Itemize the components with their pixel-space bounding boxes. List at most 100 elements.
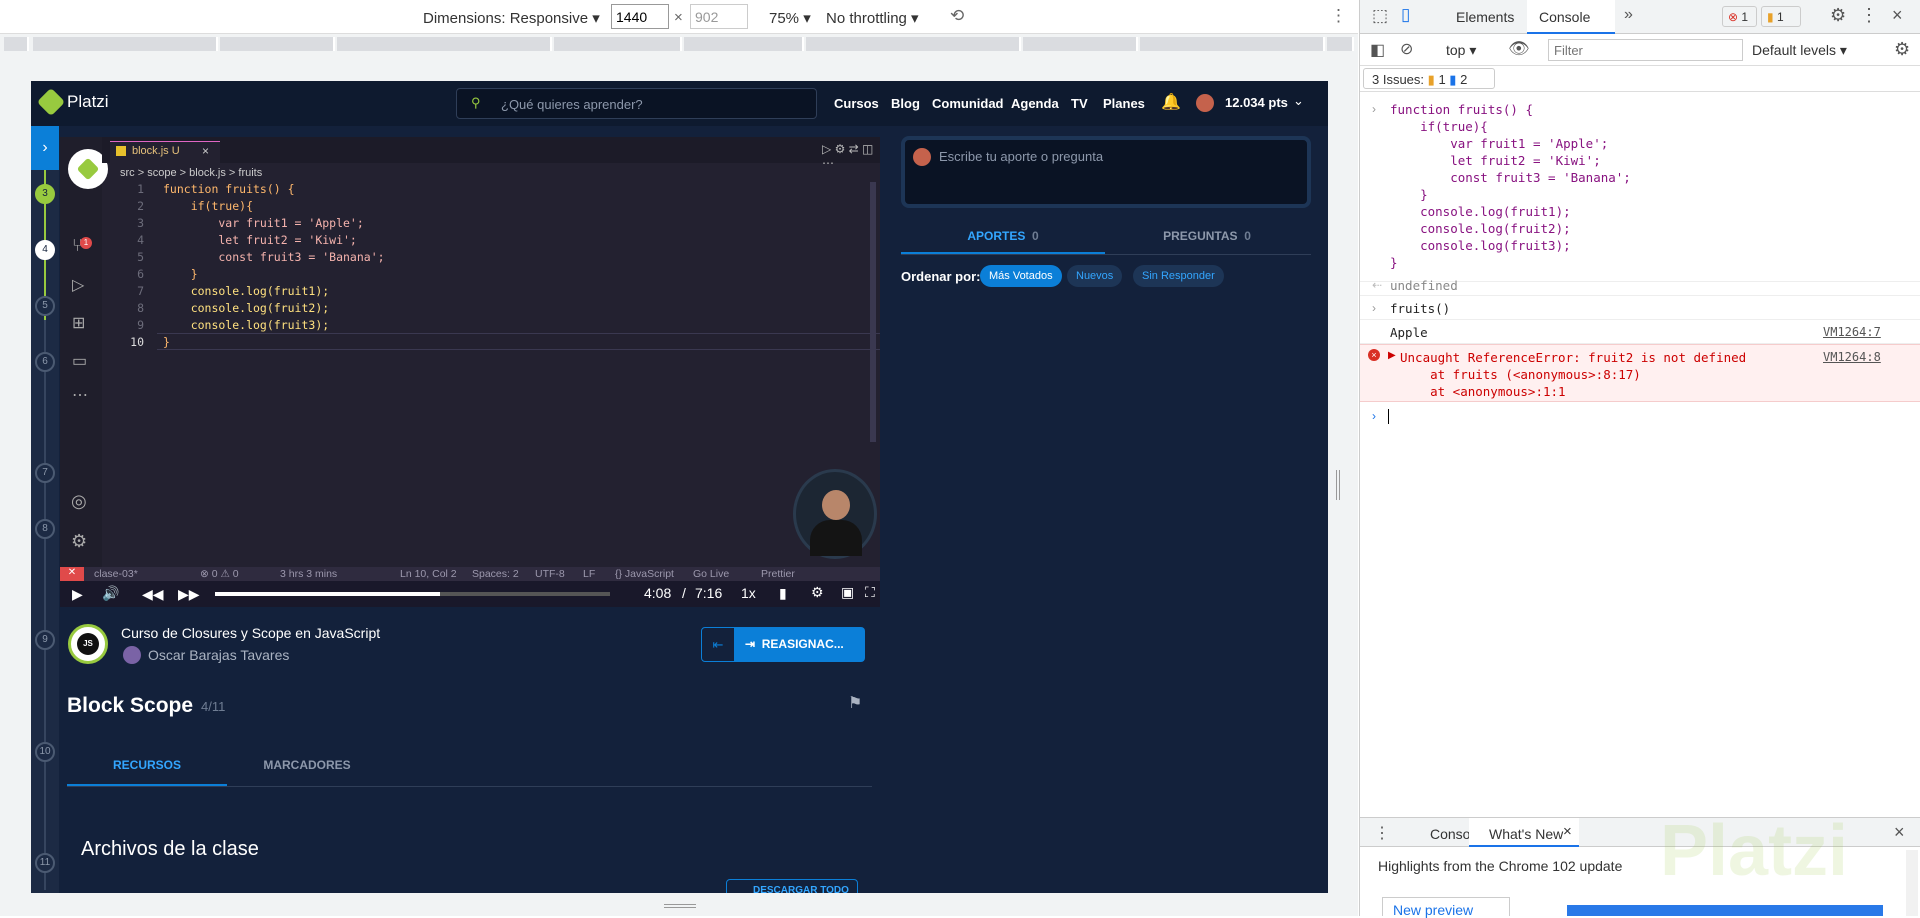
more-icon[interactable]: ⋮ (1860, 5, 1878, 26)
warning-counter[interactable]: ▮ 1 (1761, 6, 1801, 27)
progress-bar[interactable] (215, 592, 610, 596)
fullscreen-icon[interactable]: ⛶ (865, 584, 875, 601)
chevron-down-icon[interactable]: ⌄ (1293, 93, 1304, 109)
bookmark-icon[interactable]: ▮ (779, 585, 787, 602)
status-prettier: Prettier (761, 568, 795, 580)
chip-mas-votados[interactable]: Más Votados (980, 265, 1062, 287)
step-11[interactable]: 11 (35, 853, 55, 873)
issues-button[interactable]: 3 Issues: ▮ 1 ▮ 2 (1363, 68, 1495, 89)
tab-preguntas[interactable]: PREGUNTAS 0 (1105, 224, 1309, 254)
step-8[interactable]: 8 (35, 519, 55, 539)
drawer-scrollbar[interactable] (1906, 850, 1918, 916)
close-icon[interactable]: × (1892, 5, 1903, 26)
eye-icon[interactable]: 👁 (1508, 39, 1530, 59)
media-query-ruler (0, 34, 1358, 55)
filter-input[interactable] (1548, 39, 1743, 61)
settings-gear-icon[interactable]: ⚙ (1830, 5, 1846, 26)
flag-icon[interactable]: ⚑ (848, 693, 862, 713)
step-5[interactable]: 5 (35, 296, 55, 316)
code-line: console.log(fruit3); (163, 318, 329, 332)
nav-planes[interactable]: Planes (1103, 96, 1145, 111)
context-select[interactable]: top ▾ (1446, 42, 1476, 59)
tab-aportes[interactable]: APORTES 0 (901, 224, 1105, 254)
tab-console[interactable]: Console (1527, 0, 1615, 34)
course-title[interactable]: Curso de Closures y Scope en JavaScript (121, 625, 380, 641)
tab-marcadores[interactable]: MARCADORES (227, 753, 387, 786)
console-code-line: console.log(fruit1); (1390, 204, 1571, 219)
vscode-status-bar: ✕ clase-03* ⊗ 0 ⚠ 0 3 hrs 3 mins Ln 10, … (60, 567, 880, 581)
more-icon[interactable]: ⋮ (1374, 823, 1390, 843)
bell-icon[interactable]: 🔔 (1161, 92, 1181, 112)
source-link[interactable]: VM1264:8 (1823, 350, 1881, 364)
step-4[interactable]: 4 (35, 240, 55, 260)
chip-sin-responder[interactable]: Sin Responder (1133, 265, 1224, 287)
run-debug-icon: ▷ (72, 277, 85, 294)
expand-arrow-icon[interactable]: ▶ (1388, 350, 1396, 361)
step-6[interactable]: 6 (35, 352, 55, 372)
sidebar-toggle-icon[interactable]: ◧ (1370, 40, 1385, 60)
forward-icon[interactable]: ▶▶ (178, 586, 200, 603)
editor-scrollbar[interactable] (870, 182, 876, 442)
resize-handle-right[interactable] (1336, 470, 1340, 500)
platzi-logo-text[interactable]: Platzi (67, 92, 109, 112)
prev-class-button[interactable]: ⇤ (701, 627, 735, 662)
volume-icon[interactable]: 🔊 (102, 585, 119, 602)
step-10[interactable]: 10 (35, 742, 55, 762)
avatar[interactable] (1196, 94, 1214, 112)
more-icon[interactable]: ⋮ (1330, 6, 1347, 26)
new-preview-card[interactable]: New preview (1382, 897, 1510, 918)
step-7[interactable]: 7 (35, 463, 55, 483)
speed-button[interactable]: 1x (741, 585, 756, 601)
comment-box[interactable]: Escribe tu aporte o pregunta (901, 136, 1311, 208)
settings-gear-icon[interactable]: ⚙ (811, 584, 824, 601)
step-9[interactable]: 9 (35, 630, 55, 650)
width-input[interactable] (611, 4, 669, 29)
avatar (913, 148, 931, 166)
platzi-logo-icon[interactable] (36, 87, 66, 117)
height-input[interactable] (690, 4, 748, 29)
rotate-icon[interactable]: ⟲ (950, 6, 964, 26)
source-link[interactable]: VM1264:7 (1823, 325, 1881, 339)
close-drawer-icon[interactable]: × (1894, 822, 1905, 843)
nav-cursos[interactable]: Cursos (834, 96, 879, 111)
points[interactable]: 12.034 pts (1225, 95, 1288, 110)
video-player[interactable]: ⑂ 1 ▷ ⊞ ▭ ⋯ ◎ ⚙ block.js U × ▷ ⚙ ⇄ ◫ ⋯ s… (60, 137, 880, 607)
return-icon: ⇠ (1372, 278, 1383, 292)
nav-tv[interactable]: TV (1071, 96, 1088, 111)
teacher-name[interactable]: Oscar Barajas Tavares (148, 647, 289, 663)
reassign-button[interactable]: ⇥ REASIGNAC... (735, 627, 865, 662)
tab-elements[interactable]: Elements (1456, 9, 1514, 25)
nav-blog[interactable]: Blog (891, 96, 920, 111)
pip-icon[interactable]: ▣ (841, 584, 854, 601)
class-rail: › 3 4 5 6 7 8 9 10 11 (31, 126, 59, 893)
download-all-button[interactable]: DESCARGAR TODO (726, 879, 858, 893)
drawer-tab-whats-new[interactable]: What's New × (1469, 818, 1579, 847)
order-label: Ordenar por: (901, 269, 981, 284)
zoom-select[interactable]: 75% ▾ (769, 9, 811, 27)
nav-comunidad[interactable]: Comunidad (932, 96, 1004, 111)
play-icon[interactable]: ▶ (72, 586, 83, 603)
console-code-line: console.log(fruit2); (1390, 221, 1571, 236)
course-badge[interactable]: JS (68, 624, 108, 664)
error-counter[interactable]: ⊗ 1 (1722, 6, 1757, 27)
toggle-rail-icon[interactable]: › (31, 126, 59, 170)
clear-console-icon[interactable]: ⊘ (1400, 39, 1413, 59)
nav-agenda[interactable]: Agenda (1011, 96, 1059, 111)
inspect-icon[interactable]: ⬚ (1372, 6, 1388, 26)
issues-label: 3 Issues: (1372, 72, 1425, 87)
chip-nuevos[interactable]: Nuevos (1067, 265, 1123, 287)
rewind-icon[interactable]: ◀◀ (142, 586, 164, 603)
dimensions-select[interactable]: Dimensions: Responsive ▾ (423, 9, 600, 27)
step-3[interactable]: 3 (35, 184, 55, 204)
tab-recursos[interactable]: RECURSOS (67, 753, 227, 786)
more-tabs-icon[interactable]: » (1624, 6, 1633, 24)
console-settings-icon[interactable]: ⚙ (1894, 39, 1910, 60)
throttle-select[interactable]: No throttling ▾ (826, 9, 919, 27)
undefined-result: undefined (1390, 278, 1458, 293)
tab-label: block.js U (132, 145, 180, 157)
device-toggle-icon[interactable]: ▯ (1401, 5, 1410, 25)
console-prompt[interactable]: › (1360, 405, 1920, 429)
log-levels-select[interactable]: Default levels ▾ (1752, 42, 1847, 59)
resize-handle-bottom[interactable] (664, 904, 696, 908)
search-box[interactable]: ⚲ ¿Qué quieres aprender? (456, 88, 817, 119)
